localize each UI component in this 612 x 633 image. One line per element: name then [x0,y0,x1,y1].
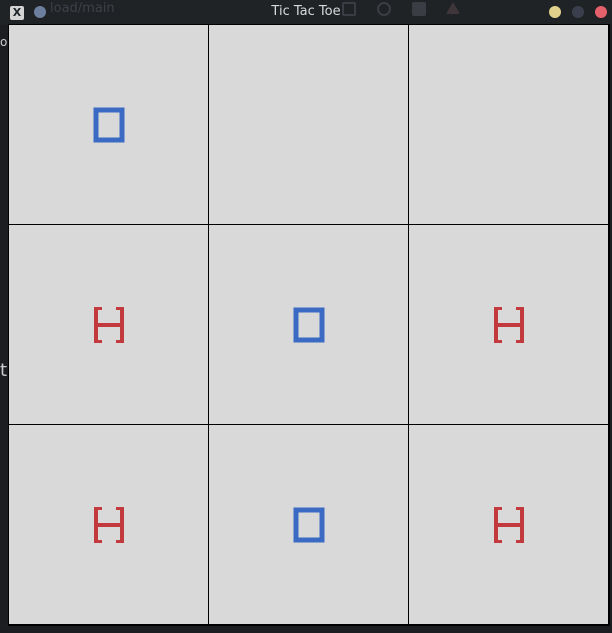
game-board [8,24,610,626]
h-mark-icon [93,306,124,343]
o-mark-icon [93,107,124,142]
background-monitor-icon [342,2,356,16]
board-cell-5[interactable] [409,225,608,424]
h-mark-icon [93,506,124,543]
background-text-fragment: o [0,35,8,49]
background-share-icon [377,2,391,16]
o-mark [93,107,125,143]
o-mark [293,307,325,343]
h-mark [93,506,125,543]
o-mark-icon [293,307,324,342]
board-cell-1[interactable] [209,25,408,224]
board-cell-4[interactable] [209,225,408,424]
h-mark [93,306,125,343]
background-window-edge: o ti [0,25,12,625]
board-cell-8[interactable] [409,425,608,624]
board-cell-7[interactable] [209,425,408,624]
o-mark [293,507,325,543]
maximize-button[interactable] [572,6,584,18]
background-warning-icon [446,2,460,14]
board-cell-3[interactable] [9,225,208,424]
board-cell-2[interactable] [409,25,608,224]
h-mark-icon [493,306,524,343]
minimize-button[interactable] [549,6,561,18]
h-mark-icon [493,506,524,543]
app-window: X load/main Tic Tac Toe o ti [0,0,612,633]
board-cell-6[interactable] [9,425,208,624]
h-mark [493,506,525,543]
window-title: Tic Tac Toe [271,4,341,19]
o-mark-icon [293,507,324,542]
board-cell-0[interactable] [9,25,208,224]
background-shield-icon [412,2,426,16]
window-bottom-edge [0,626,612,633]
h-mark [493,306,525,343]
close-button[interactable] [595,6,607,18]
title-bar[interactable]: X load/main Tic Tac Toe [0,0,612,25]
